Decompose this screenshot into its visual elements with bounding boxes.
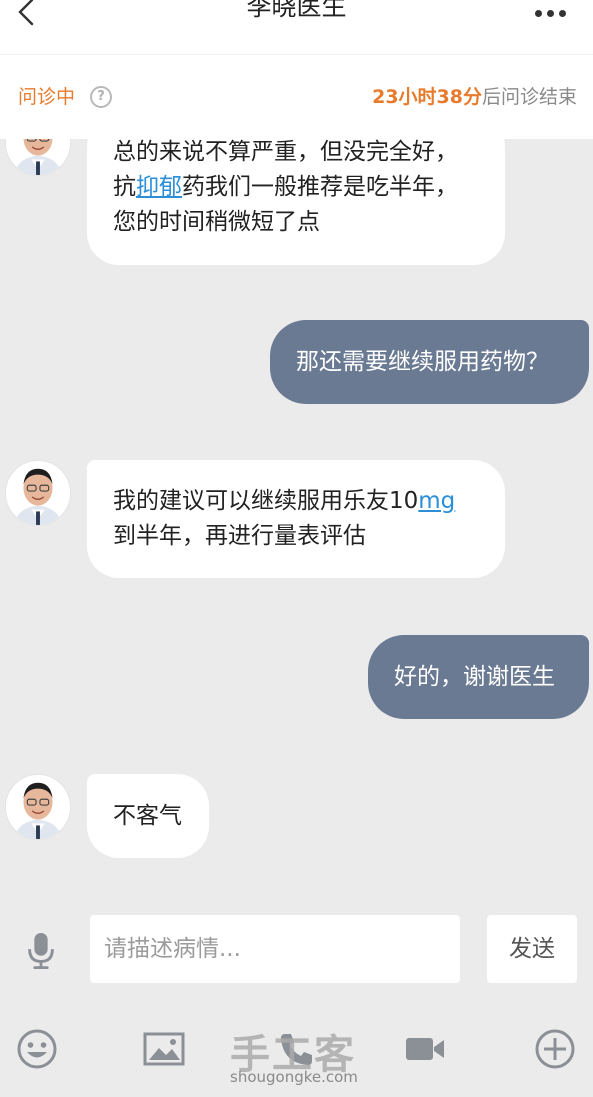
patient-message-bubble[interactable]: 好的，谢谢医生 <box>368 635 589 719</box>
more-button[interactable] <box>535 2 575 17</box>
consult-status-bar: 问诊中 ? 23小时38分后问诊结束 <box>0 55 593 139</box>
more-options-button[interactable] <box>534 1028 576 1070</box>
patient-message-bubble[interactable]: 那还需要继续服用药物？ <box>270 320 589 404</box>
image-icon <box>143 1032 185 1066</box>
nav-header: 李晓医生 <box>0 0 593 55</box>
chat-screen: 总的来说不算严重，但没完全好， 抗抑郁药我们一般推荐是吃半年， 您的时间稍微短了… <box>0 0 593 1097</box>
more-dots-icon <box>535 10 542 17</box>
message-input[interactable] <box>90 915 460 983</box>
doctor-message-bubble[interactable]: 不客气 <box>87 774 209 858</box>
message-line: 您的时间稍微短了点 <box>113 209 320 235</box>
video-icon <box>406 1038 444 1060</box>
send-button[interactable]: 发送 <box>487 915 577 983</box>
page-title: 李晓医生 <box>246 0 347 21</box>
question-icon[interactable]: ? <box>90 86 112 108</box>
consult-status: 问诊中 <box>18 86 76 108</box>
message-line: 我的建议可以继续服用乐友10mg <box>113 484 479 519</box>
doctor-avatar-icon <box>6 461 70 525</box>
emoji-button[interactable] <box>16 1028 58 1070</box>
doctor-avatar-icon <box>6 775 70 839</box>
message-line: 总的来说不算严重，但没完全好， <box>113 139 458 165</box>
emoji-icon <box>17 1029 57 1069</box>
video-button[interactable] <box>404 1028 446 1070</box>
keyword-link[interactable]: 抑郁 <box>136 174 182 200</box>
watermark-url: shougongke.com <box>230 1068 358 1086</box>
doctor-avatar[interactable] <box>5 460 71 526</box>
microphone-icon <box>28 932 54 970</box>
doctor-avatar[interactable] <box>5 774 71 840</box>
input-bar: 发送 <box>0 900 593 1000</box>
message-text: 我的建议可以继续服用乐友10 <box>113 488 419 514</box>
more-dots-icon <box>547 10 554 17</box>
remaining-suffix: 后问诊结束 <box>481 86 577 108</box>
doctor-message-bubble[interactable]: 我的建议可以继续服用乐友10mg 到半年，再进行量表评估 <box>87 460 505 578</box>
message-line: 到半年，再进行量表评估 <box>113 523 366 549</box>
consult-countdown: 23小时38分后问诊结束 <box>372 85 577 109</box>
message-text: 抗 <box>113 174 136 200</box>
plus-icon <box>535 1029 575 1069</box>
message-line: 抗抑郁药我们一般推荐是吃半年， <box>113 170 479 205</box>
image-button[interactable] <box>143 1028 185 1070</box>
keyword-link[interactable]: mg <box>418 488 455 514</box>
message-text: 药我们一般推荐是吃半年， <box>182 174 458 200</box>
more-dots-icon <box>559 10 566 17</box>
voice-button[interactable] <box>24 932 58 970</box>
remaining-time: 23小时38分 <box>372 86 482 108</box>
